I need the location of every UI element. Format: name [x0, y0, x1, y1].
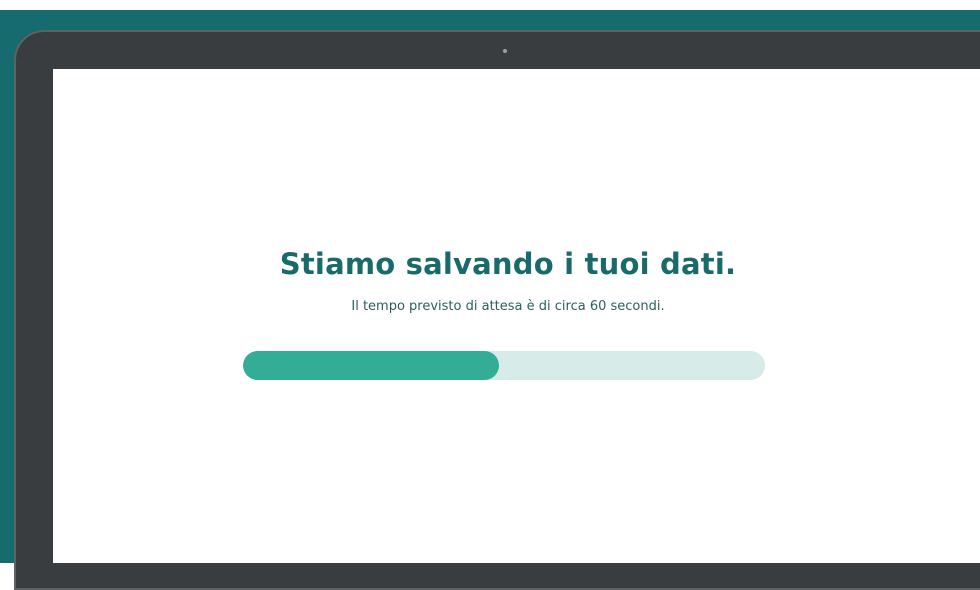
laptop-screen: Stiamo salvando i tuoi dati. Il tempo pr… [53, 69, 980, 563]
webcam-icon [503, 49, 507, 53]
page-title: Stiamo salvando i tuoi dati. [279, 247, 737, 281]
progress-bar-fill [243, 351, 499, 380]
progress-bar [243, 351, 765, 380]
wait-time-message: Il tempo previsto di attesa è di circa 6… [351, 299, 665, 314]
